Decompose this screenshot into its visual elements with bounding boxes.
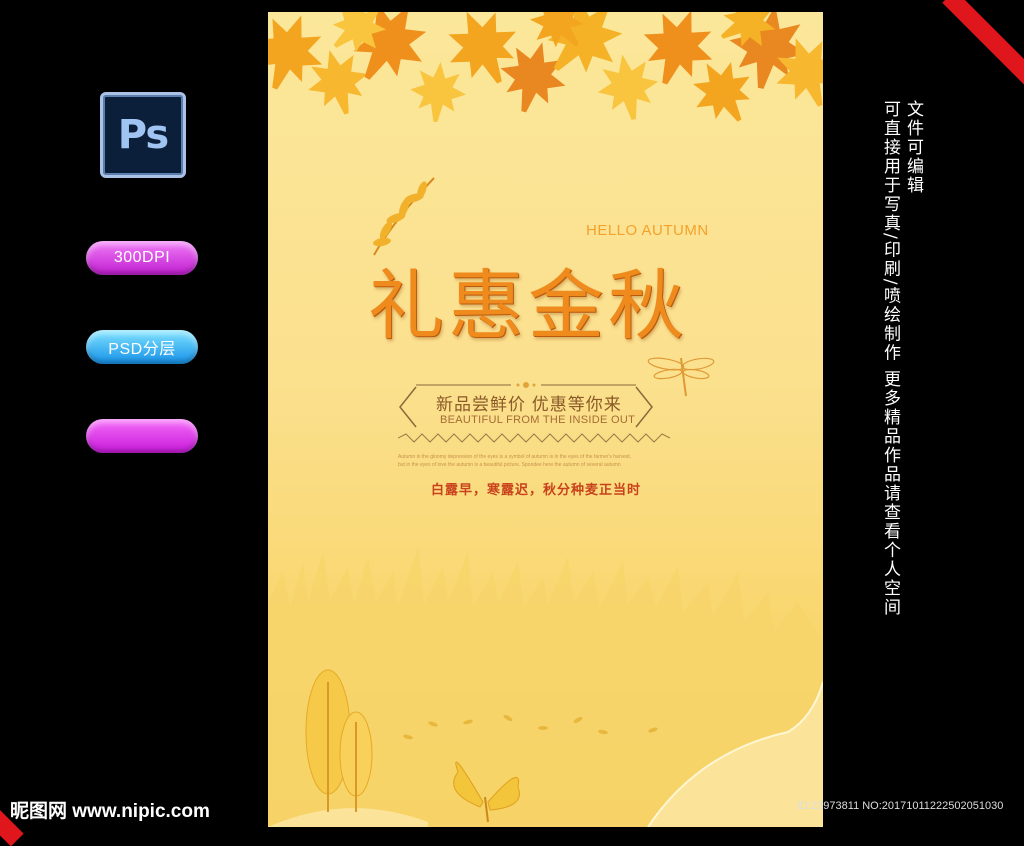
right-text-usage: 可直接用于写真/印刷/喷绘制作 更多精品作品请查看个人空间 bbox=[880, 100, 900, 617]
poster-subtitle-english: BEAUTIFUL FROM THE INSIDE OUT bbox=[440, 414, 636, 426]
poster-poem: 白露早，寒露迟，秋分种麦正当时 bbox=[431, 482, 642, 497]
poster-small-text-1: Autumn in the gloomy depression of the e… bbox=[398, 454, 632, 460]
corner-stripe-top-right bbox=[942, 0, 1024, 131]
poster-subtitle: 新品尝鲜价 优惠等你来 bbox=[436, 395, 622, 414]
photoshop-icon: Ps bbox=[100, 92, 186, 178]
blank-badge bbox=[86, 419, 198, 453]
maple-leaves-border bbox=[268, 12, 823, 136]
poster: HELLO AUTUMN 礼惠金秋 新品尝鲜价 优惠等你来 BEAUTIFUL … bbox=[268, 12, 823, 827]
dragonfly-icon bbox=[647, 357, 715, 397]
hello-autumn-text: HELLO AUTUMN bbox=[586, 222, 709, 239]
dpi-badge: 300DPI bbox=[86, 241, 198, 275]
psd-layers-badge: PSD分层 bbox=[86, 330, 198, 364]
image-id-text: ID:23973811 NO:20171011222502051030 bbox=[797, 800, 1004, 812]
poster-title: 礼惠金秋 bbox=[368, 261, 688, 350]
photoshop-icon-label: Ps bbox=[117, 112, 169, 158]
right-text-editable: 文件可编辑 bbox=[903, 100, 923, 195]
zigzag-divider bbox=[398, 433, 671, 443]
poster-small-text-2: but in the eyes of love the autumn is a … bbox=[398, 462, 621, 468]
autumn-landscape bbox=[268, 547, 823, 827]
site-logo: 昵图网 www.nipic.com bbox=[10, 801, 210, 822]
